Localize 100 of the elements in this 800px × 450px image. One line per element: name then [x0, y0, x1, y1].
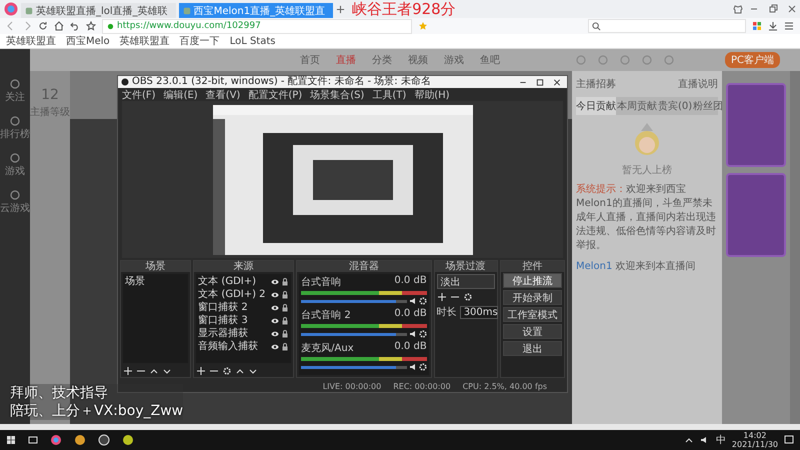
control-button[interactable]: 停止推流 [502, 273, 562, 288]
volume-slider[interactable] [301, 332, 407, 336]
apps-icon[interactable] [752, 21, 762, 31]
control-button[interactable]: 设置 [502, 324, 562, 339]
control-button[interactable]: 工作室模式 [502, 307, 562, 322]
browser-tab[interactable]: 英雄联盟直播_lol直播_英雄联 [21, 3, 176, 18]
eye-icon[interactable] [271, 330, 280, 338]
gear-icon[interactable] [418, 363, 427, 371]
gear-icon[interactable] [418, 330, 427, 338]
speaker-icon[interactable] [408, 297, 417, 305]
windows-start-icon[interactable] [6, 435, 16, 445]
down-icon[interactable] [163, 367, 171, 375]
eye-icon[interactable] [271, 290, 280, 298]
bookmark[interactable]: 英雄联盟直 [120, 34, 170, 48]
eye-icon[interactable] [271, 316, 280, 324]
menu-icon[interactable] [784, 21, 794, 31]
sidebar-icon[interactable] [10, 190, 20, 200]
browser-logo-icon[interactable] [4, 2, 18, 16]
add-icon[interactable] [124, 367, 132, 375]
down-icon[interactable] [249, 367, 258, 375]
notification-icon[interactable] [784, 435, 794, 445]
lock-icon [107, 22, 114, 30]
source-item[interactable]: 窗口捕获 3 [198, 314, 270, 327]
rank-tab[interactable]: 本周贡献 [617, 97, 657, 115]
source-item[interactable]: 文本 (GDI+) [198, 275, 270, 288]
eye-icon[interactable] [271, 278, 280, 286]
empty-text: 暂无人上榜 [622, 164, 672, 177]
gear-icon[interactable] [418, 297, 427, 305]
bookmark[interactable]: 英雄联盟直 [6, 34, 56, 48]
volume-slider[interactable] [301, 300, 407, 302]
sidebar-item[interactable]: 游戏 [5, 164, 25, 178]
volume-slider[interactable] [301, 366, 407, 368]
app-icon[interactable] [74, 434, 86, 446]
rank-tab[interactable]: 贵宾(0) [658, 97, 692, 115]
star-icon[interactable] [86, 21, 96, 31]
info-link[interactable]: 主播招募 [576, 77, 616, 91]
transition-dropdown[interactable]: 淡出 [436, 274, 495, 289]
speaker-icon[interactable] [408, 363, 417, 371]
rank-tab[interactable]: 今日贡献 [576, 97, 616, 115]
eye-icon[interactable] [271, 342, 280, 350]
overlay-caption: 拜师、技术指导 [10, 384, 184, 402]
lock-icon[interactable] [281, 342, 290, 350]
app-icon[interactable] [122, 434, 134, 446]
sidebar-icon[interactable] [10, 79, 20, 89]
info-link[interactable]: 直播说明 [678, 77, 718, 91]
menu-item[interactable]: 文件(F) [122, 88, 156, 102]
menu-item[interactable]: 查看(V) [206, 88, 240, 102]
lock-icon[interactable] [281, 290, 290, 298]
lock-icon[interactable] [281, 278, 290, 286]
audio-channel-name: 台式音响 2 [301, 308, 351, 322]
duration-field[interactable]: 300ms [460, 306, 498, 318]
add-icon[interactable] [438, 293, 446, 301]
home-icon[interactable] [54, 21, 64, 31]
obs-app-icon[interactable] [98, 434, 110, 446]
sidebar-item[interactable]: 排行榜 [0, 127, 30, 141]
download-icon[interactable] [768, 21, 778, 31]
status-text: CPU: 2.5%, 40.00 fps [462, 382, 547, 390]
source-item[interactable]: 音频输入捕获 [198, 340, 270, 353]
input-method-indicator[interactable]: 中 [716, 433, 726, 447]
bookmark[interactable]: 西宝Melo [66, 34, 110, 48]
rank-tab[interactable]: 粉丝团 [693, 97, 724, 115]
new-tab-icon[interactable] [336, 4, 346, 14]
search-icon [592, 22, 601, 30]
gear-icon[interactable] [464, 293, 472, 301]
menu-item[interactable]: 场景集合(S) [310, 88, 364, 102]
task-view-icon[interactable] [28, 435, 38, 445]
lock-icon[interactable] [281, 304, 290, 312]
control-button[interactable]: 退出 [502, 341, 562, 356]
control-button[interactable]: 开始录制 [502, 290, 562, 305]
favorite-star-icon[interactable] [418, 21, 428, 31]
bookmark[interactable]: LoL Stats [230, 36, 276, 46]
speaker-icon[interactable] [408, 330, 417, 338]
sidebar-item[interactable]: 关注 [5, 90, 25, 104]
lock-icon[interactable] [281, 330, 290, 338]
menu-item[interactable]: 编辑(E) [164, 88, 198, 102]
gear-icon[interactable] [223, 367, 232, 375]
bookmark[interactable]: 百度一下 [180, 34, 220, 48]
lock-icon[interactable] [281, 316, 290, 324]
up-icon[interactable] [150, 367, 158, 375]
source-item[interactable]: 文本 (GDI+) 2 [198, 288, 270, 301]
scene-item[interactable]: 场景 [125, 275, 186, 288]
menu-item[interactable]: 工具(T) [372, 88, 406, 102]
undo-icon[interactable] [70, 21, 80, 31]
menu-item[interactable]: 帮助(H) [414, 88, 450, 102]
reload-icon[interactable] [38, 21, 48, 31]
eye-icon[interactable] [271, 304, 280, 312]
up-icon[interactable] [236, 367, 244, 375]
add-icon[interactable] [197, 367, 206, 375]
sidebar-item[interactable]: 云游戏 [0, 201, 30, 215]
menu-item[interactable]: 配置文件(P) [248, 88, 302, 102]
shirt-icon[interactable] [733, 4, 743, 14]
source-item[interactable]: 显示器捕获 [198, 327, 270, 340]
sidebar-icon[interactable] [10, 116, 20, 126]
address-bar[interactable]: https://www.douyu.com/102997 [102, 18, 412, 34]
welcome-message: Melon1 欢迎来到本直播间 [576, 260, 697, 273]
sidebar-icon[interactable] [10, 153, 20, 163]
search-field[interactable] [588, 19, 746, 33]
browser-app-icon[interactable] [50, 434, 62, 446]
clock-date: 2021/11/30 [732, 440, 778, 449]
source-item[interactable]: 窗口捕获 2 [198, 301, 270, 314]
